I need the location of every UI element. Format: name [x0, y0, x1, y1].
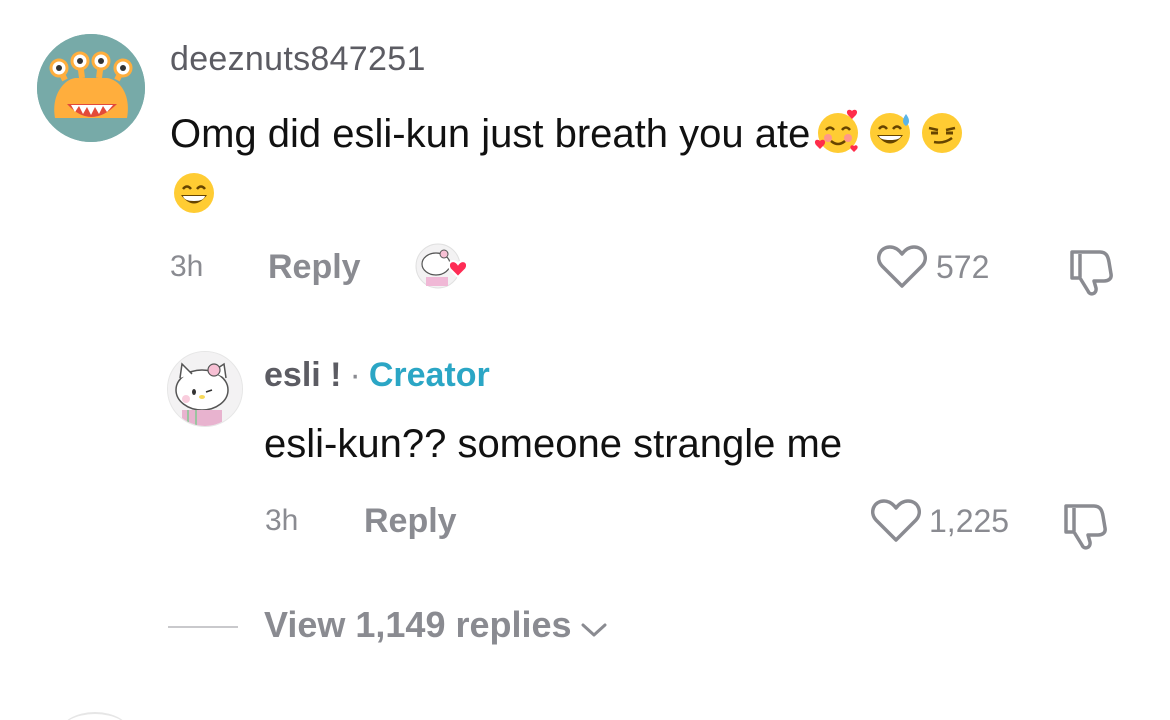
beaming-face-icon: [170, 168, 218, 216]
comment-text: Omg did esli-kun just breath you ate: [170, 112, 811, 156]
dislike-button[interactable]: [1066, 244, 1126, 303]
reply-text: esli-kun?? someone strangle me: [264, 422, 843, 466]
thumbs-down-icon: [1070, 250, 1113, 296]
separator: ·: [349, 356, 361, 394]
heart-outline-icon: [871, 499, 921, 542]
like-count: 572: [936, 249, 990, 285]
comment-body: Omg did esli-kun just breath you ate: [170, 104, 1130, 224]
creator-liked-heart-icon: [415, 243, 468, 289]
next-avatar-edge: [60, 712, 130, 720]
view-replies-button[interactable]: View 1,149 replies: [264, 604, 608, 646]
creator-badge: Creator: [368, 356, 490, 394]
smirking-face-icon: [918, 108, 966, 156]
creator-avatar[interactable]: [167, 351, 243, 427]
smiling-face-with-hearts-icon: [814, 108, 862, 156]
reply-dislike-button[interactable]: [1060, 498, 1120, 557]
kitty-avatar-icon: [168, 352, 242, 426]
chevron-down-icon: [581, 623, 607, 637]
reply-timestamp: 3h: [265, 504, 299, 537]
reply-username-row: esli ! · Creator: [264, 356, 490, 395]
reply-like-button[interactable]: [870, 498, 922, 549]
heart-outline-icon: [877, 245, 927, 288]
avatar[interactable]: [37, 34, 145, 142]
comment-timestamp: 3h: [170, 250, 204, 283]
thumbs-down-icon: [1064, 504, 1107, 550]
creator-liked-badge: [414, 242, 474, 292]
comment-username[interactable]: deeznuts847251: [170, 40, 426, 79]
reply-like-count: 1,225: [929, 503, 1010, 539]
reply-button[interactable]: Reply: [268, 248, 361, 287]
reply-reply-button[interactable]: Reply: [364, 502, 457, 541]
monster-avatar-icon: [37, 34, 145, 142]
grinning-face-with-sweat-icon: [866, 108, 914, 156]
like-button[interactable]: [876, 244, 928, 295]
reply-username[interactable]: esli !: [264, 356, 341, 394]
view-replies-label: View 1,149 replies: [264, 604, 572, 645]
divider: [168, 626, 238, 628]
comment-thread: deeznuts847251 Omg did esli-kun just bre…: [0, 0, 1170, 720]
